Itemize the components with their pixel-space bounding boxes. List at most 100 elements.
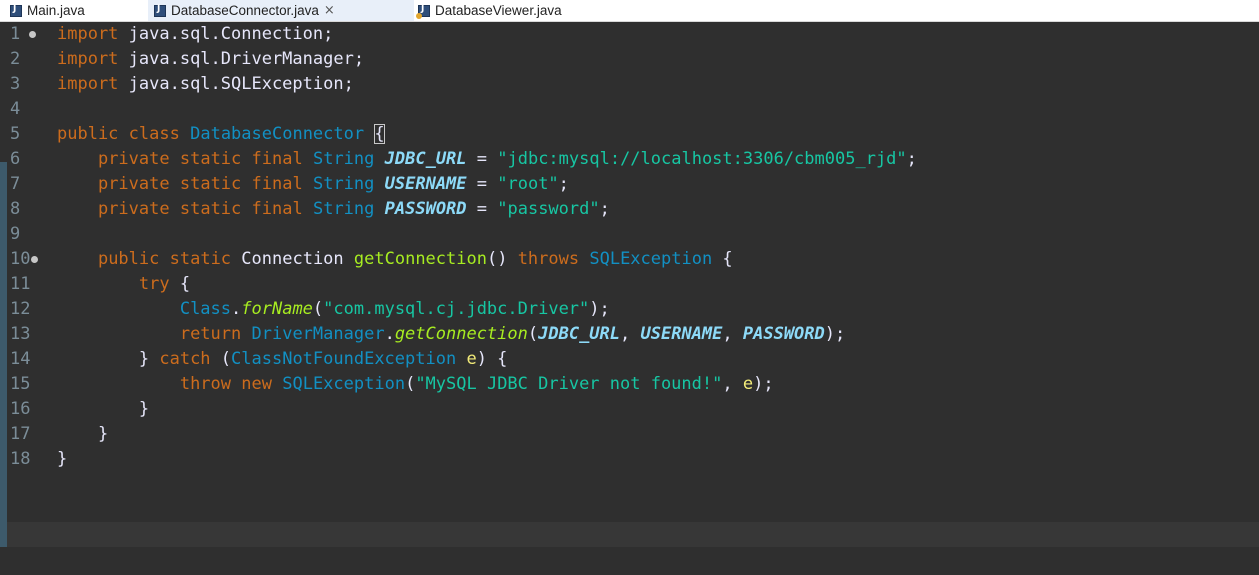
line-number: 15 bbox=[10, 374, 31, 394]
code-token: , bbox=[722, 324, 743, 344]
code-token: ( bbox=[312, 299, 324, 319]
code-token: "password" bbox=[497, 199, 600, 219]
line-number: 9 bbox=[10, 224, 21, 244]
code-token: USERNAME bbox=[640, 324, 723, 344]
java-editor-window: Main.java DatabaseConnector.java × Datab… bbox=[0, 0, 1259, 575]
code-line: 7 private static final String USERNAME =… bbox=[0, 172, 1259, 197]
code-token: public bbox=[97, 249, 160, 269]
code-text: private static final String JDBC_URL = "… bbox=[57, 147, 917, 172]
line-number: 3 bbox=[10, 74, 21, 94]
editor-tab-bar: Main.java DatabaseConnector.java × Datab… bbox=[0, 0, 1259, 22]
code-line: 18} bbox=[0, 447, 1259, 472]
code-line: 6 private static final String JDBC_URL =… bbox=[0, 147, 1259, 172]
code-token: DriverManager bbox=[251, 324, 385, 344]
code-token: throw bbox=[179, 374, 232, 394]
code-text: public static Connection getConnection()… bbox=[57, 247, 733, 272]
code-line: 15 throw new SQLException("MySQL JDBC Dr… bbox=[0, 372, 1259, 397]
line-number: 4 bbox=[10, 99, 21, 119]
line-number: 16 bbox=[10, 399, 31, 419]
code-token: "MySQL JDBC Driver not found!" bbox=[415, 374, 723, 394]
code-line: 5 public class DatabaseConnector { bbox=[0, 122, 1259, 147]
code-token: ); bbox=[824, 324, 846, 344]
tab-label: Main.java bbox=[27, 3, 85, 18]
code-token: } bbox=[57, 399, 150, 419]
fold-collapse-icon[interactable] bbox=[31, 256, 38, 263]
editor-bottom-area bbox=[0, 552, 1259, 575]
code-token: getConnection bbox=[394, 324, 528, 344]
code-token: { bbox=[712, 249, 733, 269]
code-text: throw new SQLException("MySQL JDBC Drive… bbox=[57, 372, 774, 397]
tab-databaseviewer-java[interactable]: DatabaseViewer.java bbox=[414, 0, 624, 21]
line-number: 2 bbox=[10, 49, 21, 69]
code-token: java.sql.SQLException; bbox=[118, 74, 354, 94]
code-token: "jdbc:mysql://localhost:3306/cbm005_rjd" bbox=[497, 149, 907, 169]
code-editor[interactable]: 1 import java.sql.Connection; 2 import java… bbox=[0, 22, 1259, 552]
code-token: static bbox=[179, 149, 242, 169]
code-token: JDBC_URL bbox=[538, 324, 621, 344]
code-token: static bbox=[169, 249, 232, 269]
code-token: ; bbox=[599, 199, 610, 219]
code-token: import bbox=[57, 74, 119, 94]
code-line: 12 Class.forName("com.mysql.cj.jdbc.Driv… bbox=[0, 297, 1259, 322]
close-icon[interactable]: × bbox=[324, 3, 335, 18]
code-token: PASSWORD bbox=[384, 199, 467, 219]
code-text: Class.forName("com.mysql.cj.jdbc.Driver"… bbox=[57, 297, 610, 322]
tab-main-java[interactable]: Main.java bbox=[4, 0, 142, 21]
code-token: , bbox=[620, 324, 641, 344]
code-token: new bbox=[241, 374, 272, 394]
code-token: String bbox=[312, 199, 375, 219]
code-token: PASSWORD bbox=[742, 324, 825, 344]
line-number: 7 bbox=[10, 174, 21, 194]
code-token: () bbox=[486, 249, 518, 269]
code-token: getConnection bbox=[353, 249, 487, 269]
matching-brace: { bbox=[374, 124, 385, 144]
code-line: 1 import java.sql.Connection; bbox=[0, 22, 1259, 47]
code-token: ( bbox=[405, 374, 416, 394]
code-line: 3 import java.sql.SQLException; bbox=[0, 72, 1259, 97]
code-token: SQLException bbox=[282, 374, 406, 394]
code-line: 13 return DriverManager.getConnection(JD… bbox=[0, 322, 1259, 347]
java-file-icon bbox=[10, 4, 22, 17]
code-line: 4 bbox=[0, 97, 1259, 122]
line-number: 13 bbox=[10, 324, 31, 344]
code-token: try bbox=[138, 274, 170, 294]
code-text: } bbox=[57, 422, 108, 447]
code-token: , bbox=[722, 374, 743, 394]
tab-databaseconnector-java[interactable]: DatabaseConnector.java × bbox=[148, 0, 414, 21]
code-token: java.sql.DriverManager; bbox=[118, 49, 365, 69]
code-token: private bbox=[97, 149, 170, 169]
code-text: public class DatabaseConnector { bbox=[57, 122, 385, 147]
code-line: 16 } bbox=[0, 397, 1259, 422]
code-token: final bbox=[251, 174, 303, 194]
code-line: 8 private static final String PASSWORD =… bbox=[0, 197, 1259, 222]
code-text: } bbox=[57, 397, 149, 422]
code-text: import java.sql.SQLException; bbox=[57, 72, 354, 97]
line-number: 12 bbox=[10, 299, 31, 319]
code-text: return DriverManager.getConnection(JDBC_… bbox=[57, 322, 845, 347]
code-token: class bbox=[128, 124, 180, 144]
code-line: 11 try { bbox=[0, 272, 1259, 297]
code-token: e bbox=[466, 349, 477, 369]
code-token: static bbox=[179, 174, 242, 194]
code-token: private bbox=[97, 174, 170, 194]
fold-collapse-icon[interactable] bbox=[29, 31, 36, 38]
